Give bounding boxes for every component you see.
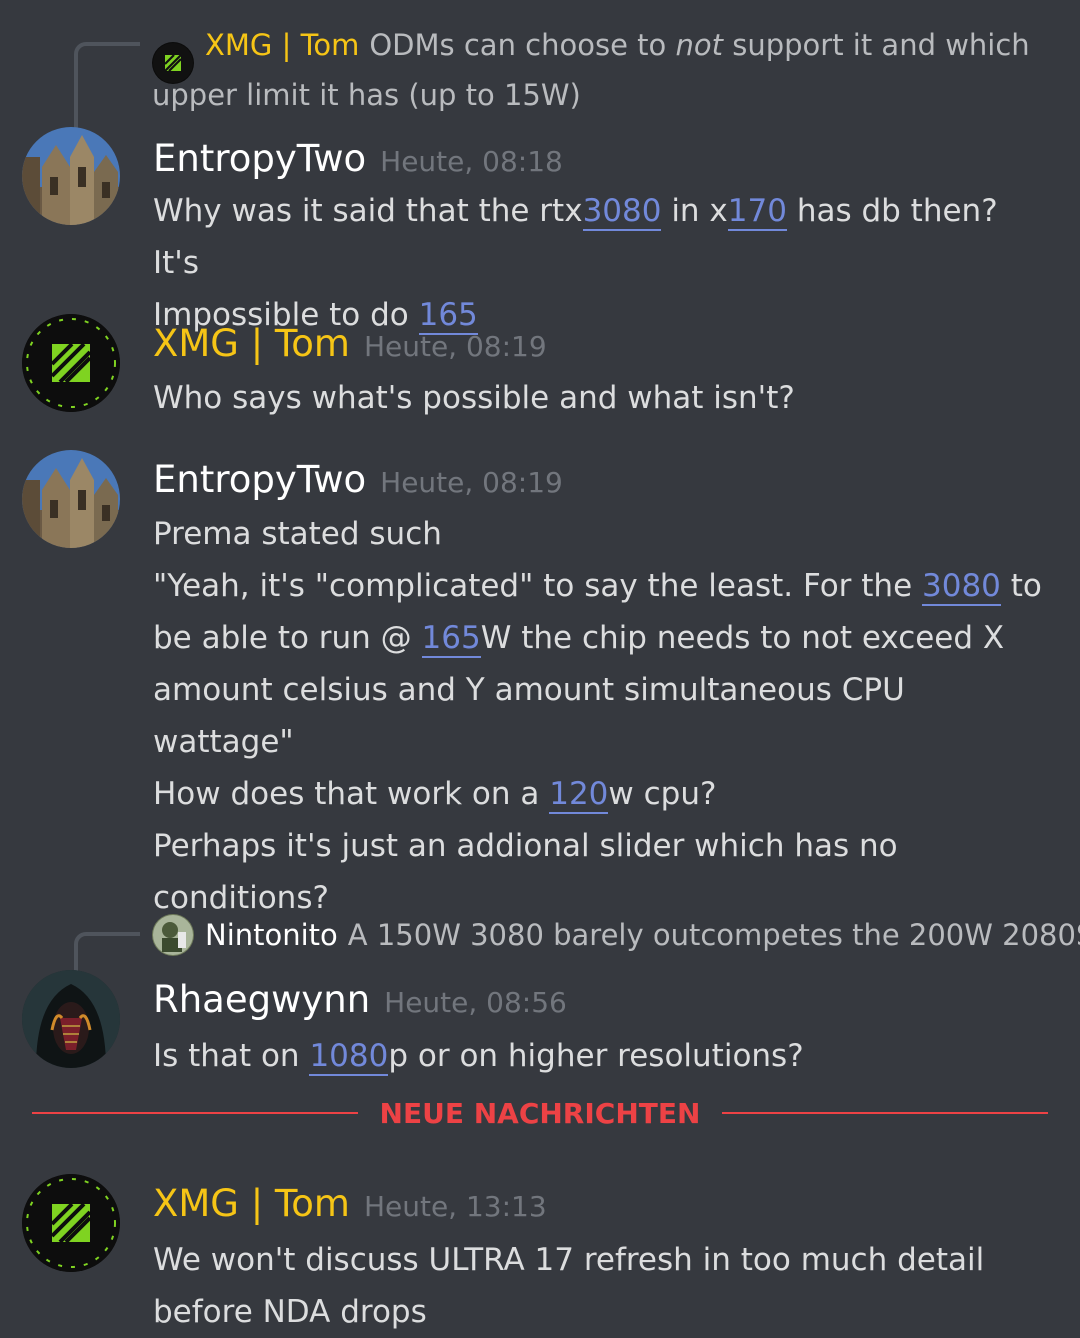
new-messages-divider: NEUE NACHRICHTEN: [0, 1096, 1080, 1132]
message-line: be able to run @ 165W the chip needs to …: [153, 620, 1005, 658]
hooded-figure-avatar-icon[interactable]: [22, 970, 120, 1068]
message-header: Rhaegwynn Heute, 08:56: [153, 976, 567, 1024]
message-line: "Yeah, it's "complicated" to say the lea…: [153, 568, 1042, 606]
phone-link[interactable]: 3080: [922, 568, 1001, 606]
username[interactable]: XMG | Tom: [153, 322, 350, 365]
timestamp: Heute, 13:13: [363, 1190, 547, 1223]
xmg-logo-avatar-icon[interactable]: [22, 1174, 120, 1272]
reply-spine: [74, 42, 140, 138]
phone-link[interactable]: 165: [421, 620, 481, 658]
message-header: XMG | Tom Heute, 13:13: [153, 1180, 547, 1228]
new-messages-label: NEUE NACHRICHTEN: [357, 1097, 723, 1130]
message-header: EntropyTwo Heute, 08:18: [153, 135, 563, 183]
phone-link[interactable]: 170: [727, 193, 787, 231]
timestamp: Heute, 08:19: [380, 466, 563, 499]
message-line: Is that on 1080p or on higher resolution…: [153, 1038, 804, 1076]
username[interactable]: EntropyTwo: [153, 458, 366, 501]
reply-spine: [74, 932, 140, 972]
reply-text-line2: upper limit it has (up to 15W): [152, 78, 581, 112]
message-line: Prema stated such: [153, 516, 442, 552]
username[interactable]: Rhaegwynn: [153, 978, 370, 1021]
message-body: Prema stated such "Yeah, it's "complicat…: [153, 508, 1053, 924]
message-header: XMG | Tom Heute, 08:19: [153, 320, 547, 368]
message-line: Who says what's possible and what isn't?: [153, 380, 795, 416]
reply-text-line1: XMG | Tom ODMs can choose to not support …: [205, 28, 1030, 62]
timestamp: Heute, 08:19: [363, 330, 547, 363]
message-line: amount celsius and Y amount simultaneous…: [153, 672, 905, 760]
message-line: before NDA drops: [153, 1294, 427, 1330]
username[interactable]: XMG | Tom: [153, 1182, 350, 1225]
phone-link[interactable]: 3080: [582, 193, 662, 231]
reply-reference-nintonito[interactable]: Nintonito A 150W 3080 barely outcompetes …: [0, 910, 1080, 972]
reply-author[interactable]: XMG | Tom: [205, 28, 359, 62]
message-body: Is that on 1080p or on higher resolution…: [153, 1030, 1053, 1082]
message-body: Who says what's possible and what isn't?: [153, 372, 1053, 424]
message-header: EntropyTwo Heute, 08:19: [153, 456, 563, 504]
message-line: Perhaps it's just an addional slider whi…: [153, 828, 898, 864]
timestamp: Heute, 08:18: [380, 145, 563, 178]
church-photo-avatar-icon[interactable]: [22, 127, 120, 225]
timestamp: Heute, 08:56: [384, 986, 567, 1019]
message-body: We won't discuss ULTRA 17 refresh in too…: [153, 1234, 1053, 1338]
username[interactable]: EntropyTwo: [153, 137, 366, 180]
message-line: We won't discuss ULTRA 17 refresh in too…: [153, 1242, 985, 1278]
nintonito-avatar-icon: [152, 914, 194, 956]
message-body: Why was it said that the rtx3080 in x170…: [153, 185, 1053, 341]
reply-author[interactable]: Nintonito: [205, 918, 338, 952]
phone-link[interactable]: 120: [549, 776, 609, 814]
church-photo-avatar-icon[interactable]: [22, 450, 120, 548]
reply-text: Nintonito A 150W 3080 barely outcompetes …: [205, 918, 1080, 952]
message-line: Why was it said that the rtx3080 in x170…: [153, 193, 998, 281]
message-line: How does that work on a 120w cpu?: [153, 776, 717, 814]
xmg-logo-avatar-icon[interactable]: [22, 314, 120, 412]
phone-link[interactable]: 1080: [309, 1038, 389, 1076]
reply-reference-xmg[interactable]: XMG | Tom ODMs can choose to not support …: [0, 20, 1080, 138]
